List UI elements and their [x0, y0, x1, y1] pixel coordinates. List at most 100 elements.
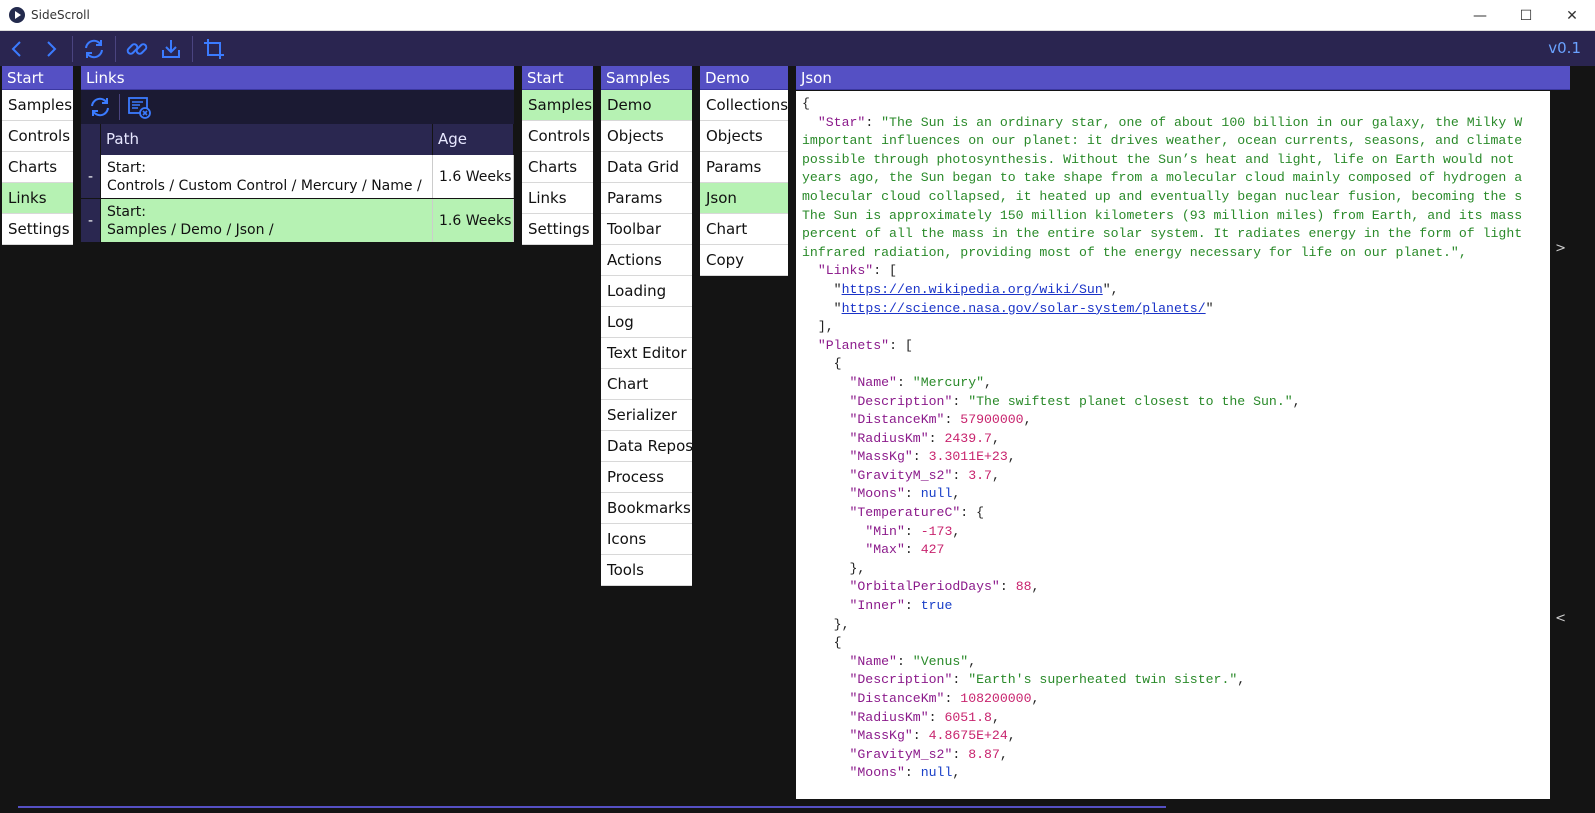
json-token: ,: [1237, 672, 1246, 688]
snapshot-button[interactable]: [197, 31, 231, 66]
json-token: },: [849, 560, 866, 576]
json-token: ,: [991, 467, 1000, 483]
start_right-item-controls[interactable]: Controls: [522, 121, 593, 152]
start_left-item-controls[interactable]: Controls: [2, 121, 73, 152]
demo-item-json[interactable]: Json: [700, 183, 788, 214]
demo-panel: Demo Collections Objects Params Json Chart Co…: [700, 66, 788, 799]
json-string: percent of all the mass in the entire so…: [802, 226, 1523, 242]
table-row[interactable]: - Start: Controls / Custom Control / Mercu…: [81, 155, 514, 199]
json-token: "Inner": [849, 598, 905, 614]
age-cell: 1.6 Weeks: [433, 155, 514, 198]
json-token: :: [952, 467, 969, 483]
row-expand-button[interactable]: -: [81, 155, 101, 198]
start_left-item-settings[interactable]: Settings: [2, 214, 73, 245]
json-token: ,: [984, 374, 992, 390]
json-value: "Earth's superheated twin sister.": [968, 672, 1238, 688]
samples-item-data-repos[interactable]: Data Repos: [601, 431, 692, 462]
start_right-item-settings[interactable]: Settings: [522, 214, 593, 245]
json-token: :: [896, 653, 913, 669]
samples-item-params[interactable]: Params: [601, 183, 692, 214]
samples-item-bookmarks[interactable]: Bookmarks: [601, 493, 692, 524]
json-token: ": [1205, 300, 1214, 316]
start_right-item-samples[interactable]: Samples: [522, 90, 593, 121]
start_left-item-samples[interactable]: Samples: [2, 90, 73, 121]
samples-item-log[interactable]: Log: [601, 307, 692, 338]
start_left-item-links[interactable]: Links: [2, 183, 73, 214]
start_left-item-charts[interactable]: Charts: [2, 152, 73, 183]
main-toolbar: v0.1: [0, 31, 1595, 66]
age-column-header[interactable]: Age: [433, 124, 514, 155]
samples-item-loading[interactable]: Loading: [601, 276, 692, 307]
clear-list-icon: [128, 97, 151, 119]
start_right-item-charts[interactable]: Charts: [522, 152, 593, 183]
link-button[interactable]: [120, 31, 154, 66]
json-line: ],: [802, 318, 1550, 337]
json-string: molecular cloud collapsed, it heated up …: [802, 188, 1523, 204]
json-line: },: [802, 616, 1550, 635]
json-viewer[interactable]: { "Star": "The Sun is an ordinary star, …: [796, 91, 1550, 799]
json-token: {: [802, 96, 810, 111]
samples-item-serializer[interactable]: Serializer: [601, 400, 692, 431]
scroll-right-arrow[interactable]: >: [1555, 241, 1566, 256]
links-refresh-button[interactable]: [85, 90, 115, 125]
scroll-left-arrow[interactable]: <: [1555, 611, 1566, 626]
refresh-icon: [91, 97, 109, 117]
minimize-button[interactable]: —: [1457, 0, 1503, 31]
refresh-button[interactable]: [77, 31, 111, 66]
json-token: ,: [991, 709, 1000, 725]
json-token: :: [952, 672, 969, 688]
start_right-item-links[interactable]: Links: [522, 183, 593, 214]
forward-button[interactable]: [34, 31, 68, 66]
json-line: "GravityM_s2": 8.87,: [802, 746, 1550, 765]
samples-item-text-editor[interactable]: Text Editor: [601, 338, 692, 369]
json-line: "Name": "Mercury",: [802, 374, 1550, 393]
json-line: "Description": "The swiftest planet clos…: [802, 393, 1550, 412]
clear-links-button[interactable]: [124, 90, 154, 125]
demo-item-collections[interactable]: Collections: [700, 90, 788, 121]
json-value: -173: [920, 523, 953, 539]
samples-item-objects[interactable]: Objects: [601, 121, 692, 152]
json-token: :: [928, 709, 945, 725]
json-token: "Name": [849, 653, 897, 669]
demo-item-copy[interactable]: Copy: [700, 245, 788, 276]
json-line: "GravityM_s2": 3.7,: [802, 467, 1550, 486]
maximize-button[interactable]: ☐: [1503, 0, 1549, 31]
scrollbar-thumb[interactable]: [18, 806, 1166, 808]
row-marker-header: [81, 124, 101, 155]
json-line: "Max": 427: [802, 541, 1550, 560]
demo-item-objects[interactable]: Objects: [700, 121, 788, 152]
json-line: "Planets": [: [802, 337, 1550, 356]
json-link[interactable]: https://en.wikipedia.org/wiki/Sun: [842, 282, 1103, 297]
json-token: ": [833, 300, 842, 316]
close-button[interactable]: ✕: [1549, 0, 1595, 31]
demo-item-chart[interactable]: Chart: [700, 214, 788, 245]
json-token: : [: [889, 337, 913, 353]
json-token: "DistanceKm": [849, 412, 945, 428]
json-link[interactable]: https://science.nasa.gov/solar-system/pl…: [842, 301, 1206, 316]
samples-item-tools[interactable]: Tools: [601, 555, 692, 586]
samples-item-icons[interactable]: Icons: [601, 524, 692, 555]
import-button[interactable]: [154, 31, 188, 66]
back-button[interactable]: [0, 31, 34, 66]
json-string: "The Sun is an ordinary star, one of abo…: [881, 114, 1523, 130]
json-line: "OrbitalPeriodDays": 88,: [802, 578, 1550, 597]
samples-item-chart[interactable]: Chart: [601, 369, 692, 400]
row-expand-button[interactable]: -: [81, 199, 101, 242]
samples-item-actions[interactable]: Actions: [601, 245, 692, 276]
json-line: {: [802, 95, 1550, 114]
samples-item-demo[interactable]: Demo: [601, 90, 692, 121]
table-row[interactable]: - Start: Samples / Demo / Json /1.6 Weeks: [81, 199, 514, 243]
panel-header: Links: [81, 66, 514, 90]
json-token: ,: [999, 746, 1008, 762]
path-column-header[interactable]: Path: [101, 124, 433, 155]
path-cell: Start: Controls / Custom Control / Mercur…: [101, 155, 433, 198]
json-side-scroll[interactable]: > <: [1550, 91, 1570, 799]
samples-item-toolbar[interactable]: Toolbar: [601, 214, 692, 245]
samples-item-data-grid[interactable]: Data Grid: [601, 152, 692, 183]
links-grid-body: - Start: Controls / Custom Control / Mercu…: [81, 155, 514, 243]
horizontal-scrollbar[interactable]: [0, 799, 1595, 813]
samples-item-process[interactable]: Process: [601, 462, 692, 493]
json-value: 8.87: [968, 746, 1000, 762]
demo-item-params[interactable]: Params: [700, 152, 788, 183]
links-toolbar: [81, 90, 514, 124]
